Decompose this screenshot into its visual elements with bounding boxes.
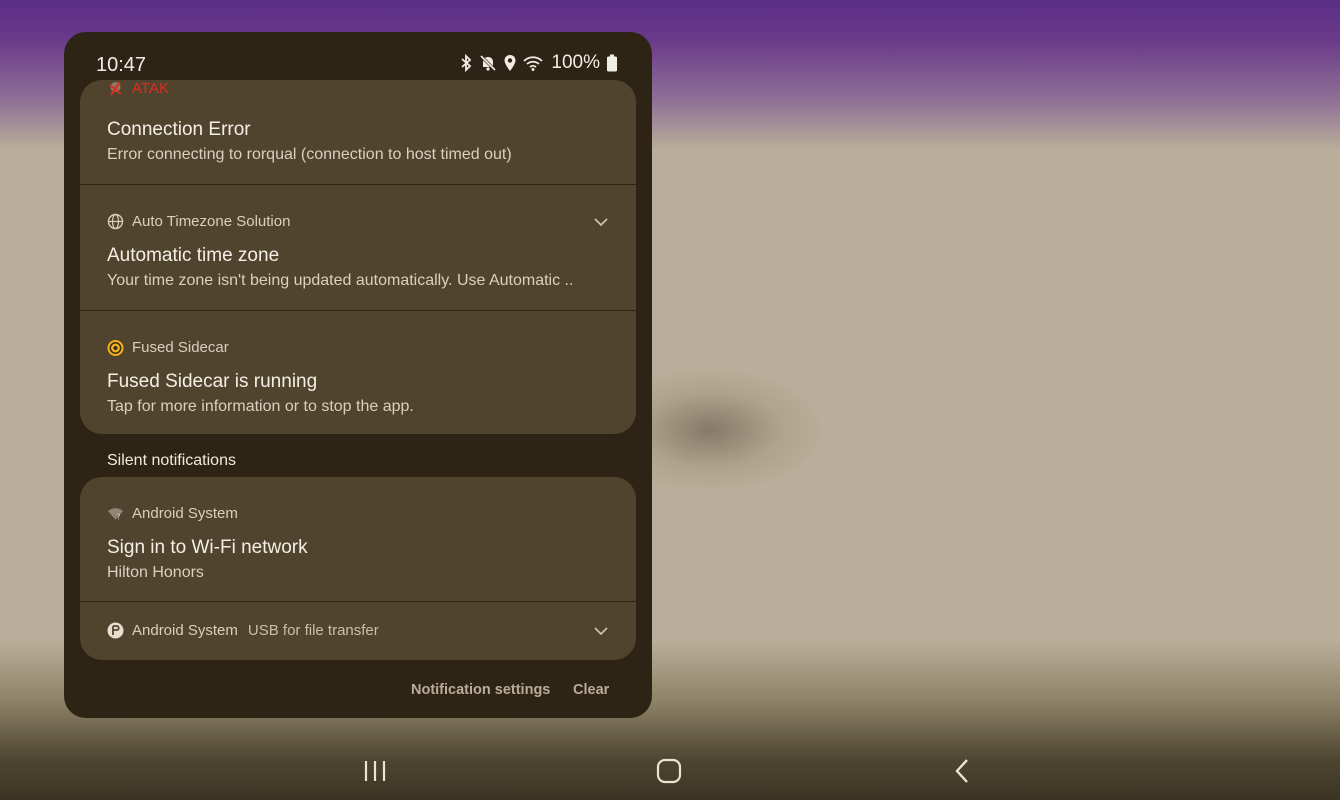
notification-app-row: Auto Timezone Solution [107,213,290,230]
notification-settings-button[interactable]: Notification settings [411,682,550,698]
notification-app-name: Fused Sidecar [132,339,229,356]
status-bar: 10:47 100% [64,32,652,80]
chevron-down-icon[interactable] [592,622,610,640]
notification-text: Hilton Honors [107,564,204,581]
notification-app-row: Android System USB for file transfer [107,622,379,639]
notification-panel: 10:47 100% ATAK Connection Error Error c… [64,32,652,718]
chevron-down-icon[interactable] [592,213,610,231]
bluetooth-icon [459,54,473,72]
svg-text:?: ? [116,513,120,522]
notification-app-row: ATAK [107,80,169,97]
wifi-question-icon: ? [107,505,124,522]
clock: 10:47 [96,54,147,76]
recents-icon[interactable] [360,756,390,786]
back-icon[interactable] [948,756,978,786]
notification-app-row: ? Android System [107,505,238,522]
silent-notifications-label: Silent notifications [107,452,236,469]
battery-icon [606,54,618,72]
home-icon[interactable] [654,756,684,786]
globe-icon [107,213,124,230]
notification-wifi-signin[interactable]: ? Android System Sign in to Wi-Fi networ… [80,477,636,601]
status-icons: 100% [459,52,618,74]
notification-app-name: Android System [132,505,238,522]
wifi-icon [523,54,544,72]
notification-fused-sidecar[interactable]: Fused Sidecar Fused Sidecar is running T… [80,311,636,434]
notification-group: ATAK Connection Error Error connecting t… [80,80,636,434]
location-icon [503,54,517,72]
notification-text: Tap for more information or to stop the … [107,398,414,415]
battery-percent: 100% [551,52,600,73]
notification-title: Automatic time zone [107,245,280,266]
notification-text: Error connecting to rorqual (connection … [107,146,512,163]
notification-app-name: Android System [132,622,238,639]
notification-title: Sign in to Wi-Fi network [107,537,308,558]
mute-icon [479,54,497,72]
notification-text: Your time zone isn't being updated autom… [107,272,574,289]
android-system-icon [107,622,124,639]
clear-button[interactable]: Clear [573,682,609,698]
notification-timezone[interactable]: Auto Timezone Solution Automatic time zo… [80,185,636,310]
notification-atak[interactable]: ATAK Connection Error Error connecting t… [80,80,636,184]
notification-app-row: Fused Sidecar [107,339,229,356]
atak-icon [107,80,124,97]
notification-app-name: ATAK [132,80,169,97]
navigation-bar [0,740,1340,800]
notification-title: Connection Error [107,119,251,140]
sidecar-icon [107,339,124,356]
notification-title: Fused Sidecar is running [107,371,318,392]
silent-notification-group: ? Android System Sign in to Wi-Fi networ… [80,477,636,660]
notification-app-name: Auto Timezone Solution [132,213,291,230]
notification-text: USB for file transfer [247,622,379,639]
notification-usb[interactable]: Android System USB for file transfer [80,602,636,660]
